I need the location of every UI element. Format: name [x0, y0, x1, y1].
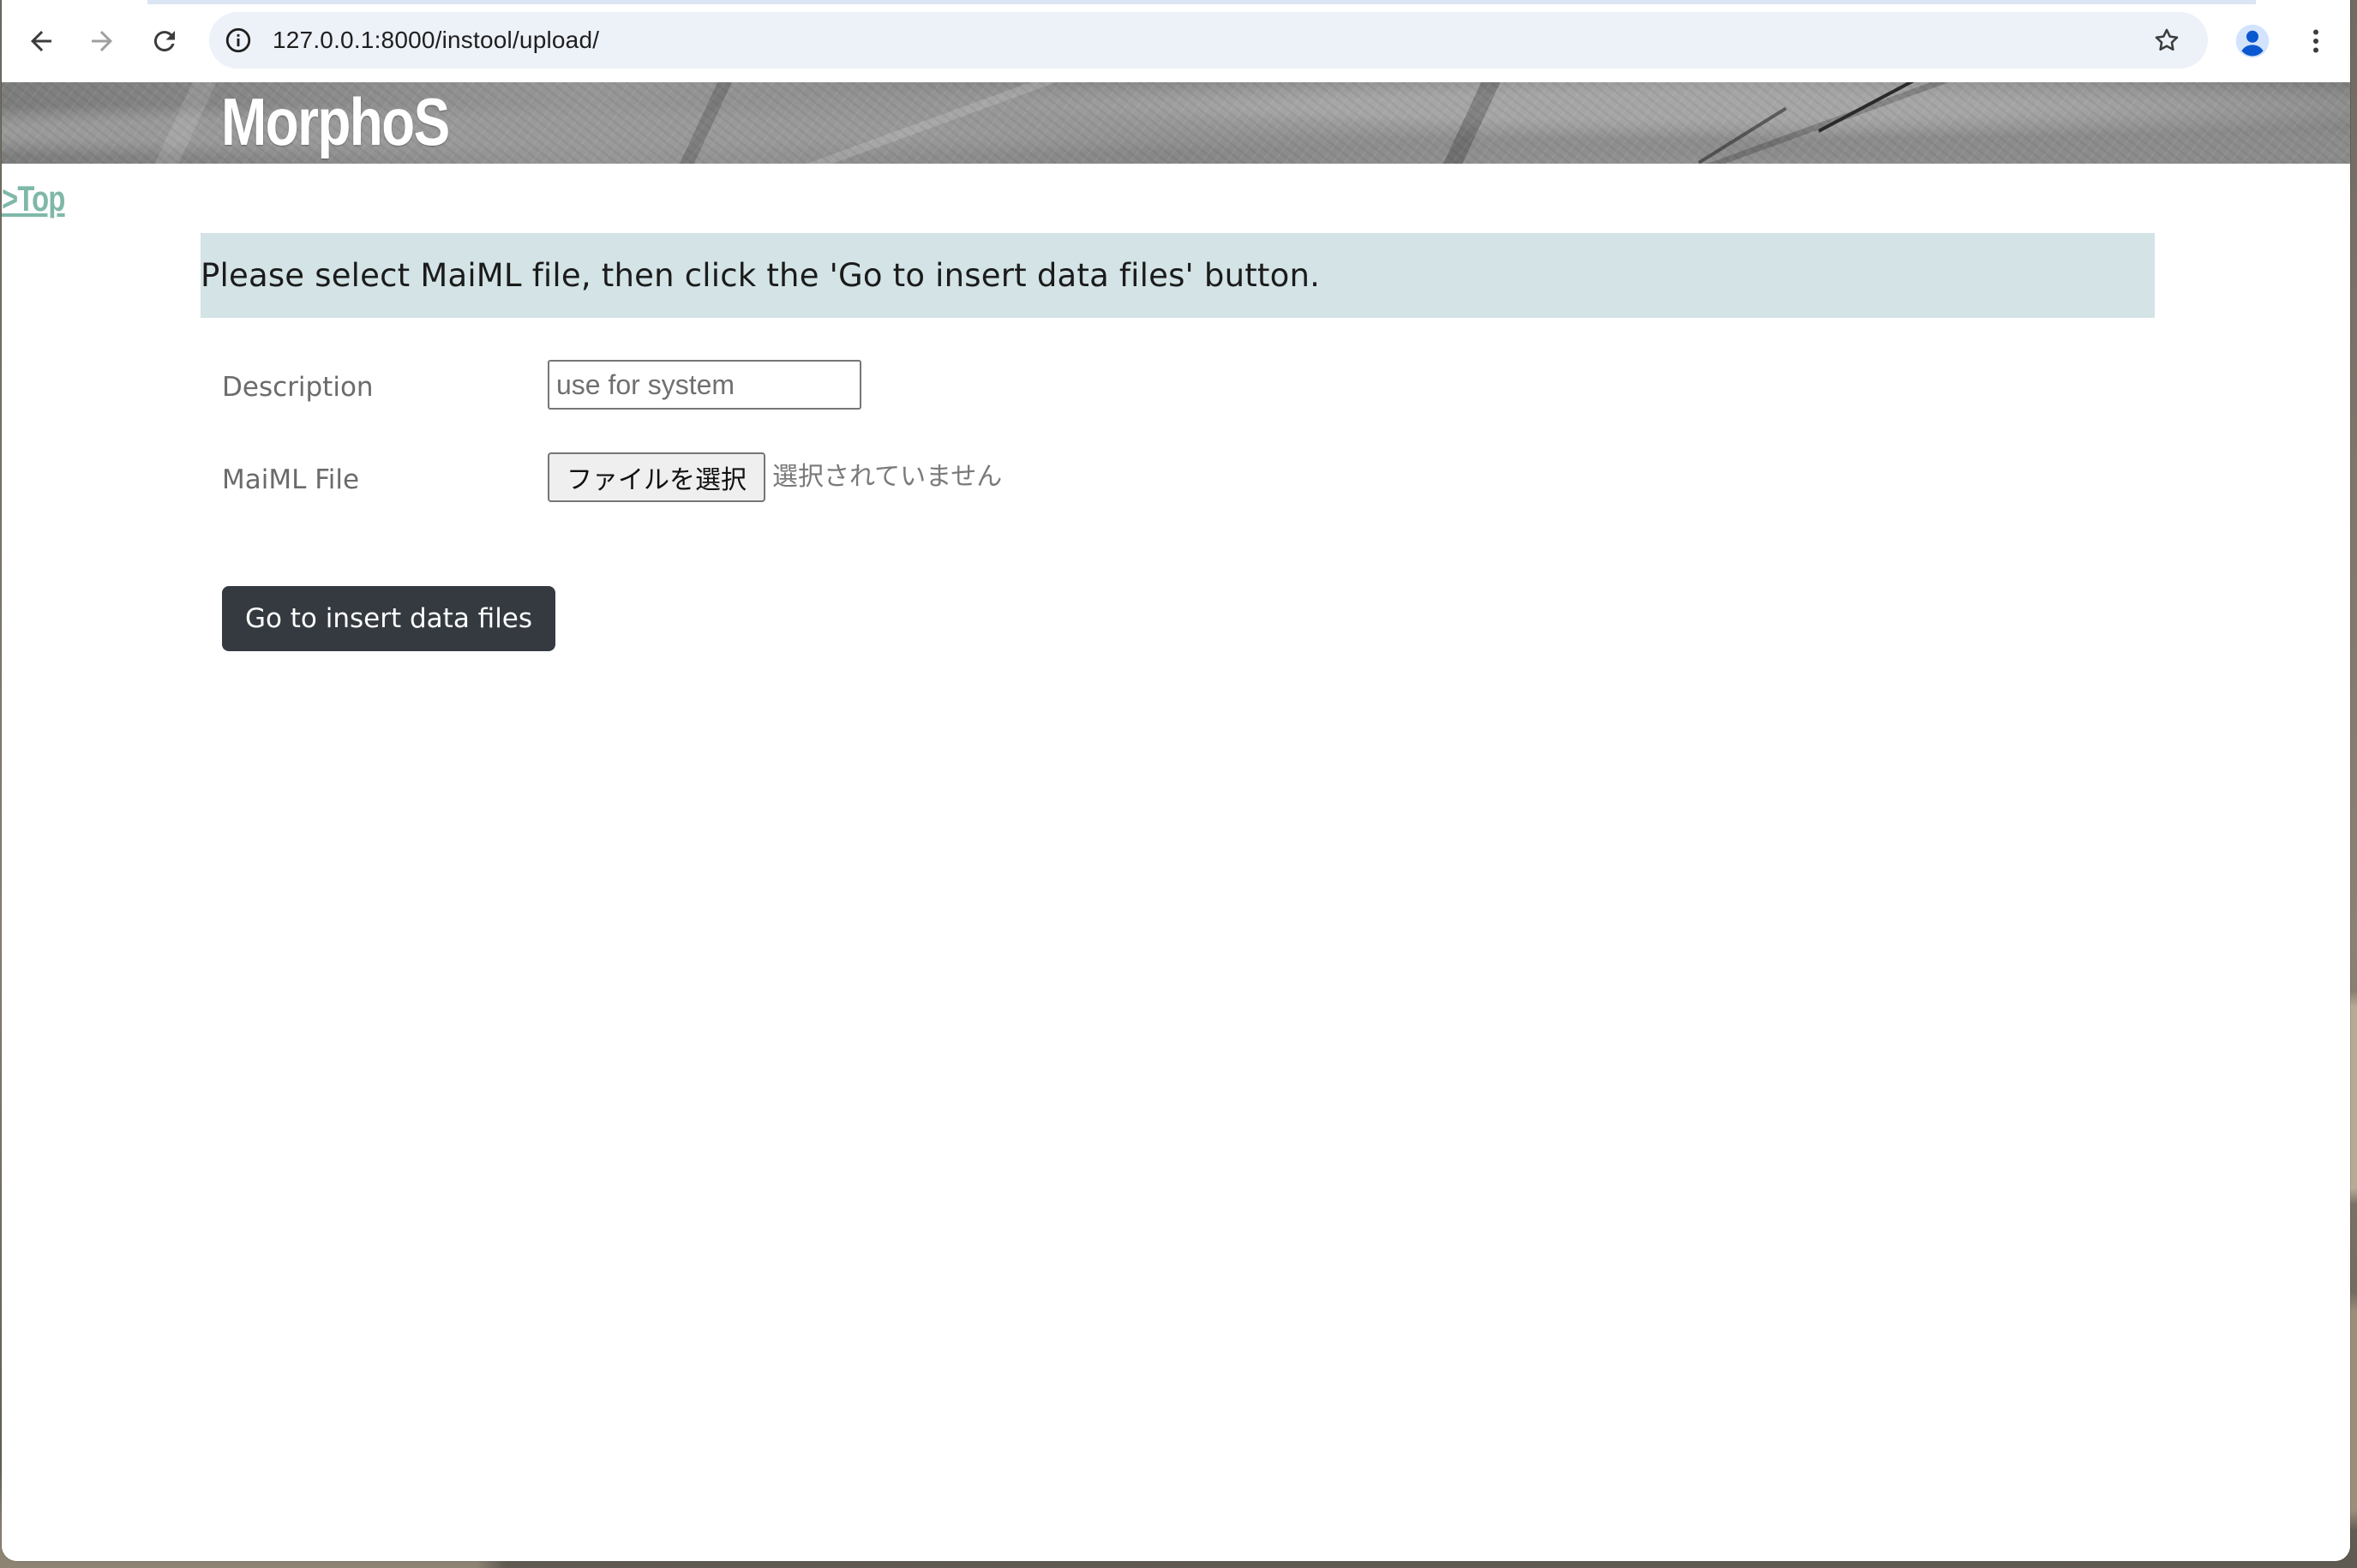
instruction-text: Please select MaiML file, then click the…: [201, 257, 1321, 294]
profile-icon[interactable]: [2234, 22, 2271, 60]
page-content: MorphoS >Top Please select MaiML file, t…: [2, 82, 2350, 1561]
tab-strip-edge: [147, 0, 2256, 4]
go-to-insert-data-files-button[interactable]: Go to insert data files: [222, 586, 555, 651]
top-link[interactable]: >Top: [2, 178, 65, 219]
back-arrow-icon[interactable]: [21, 21, 62, 62]
browser-window: 127.0.0.1:8000/instool/upload/ MorphoS >…: [2, 0, 2350, 1561]
choose-file-button[interactable]: ファイルを選択: [548, 452, 765, 502]
instruction-banner: Please select MaiML file, then click the…: [201, 233, 2155, 318]
info-icon[interactable]: [223, 25, 254, 56]
browser-toolbar: 127.0.0.1:8000/instool/upload/: [2, 0, 2350, 82]
star-icon[interactable]: [2151, 25, 2182, 56]
maiml-file-label: MaiML File: [222, 464, 360, 495]
url-text[interactable]: 127.0.0.1:8000/instool/upload/: [273, 12, 599, 69]
description-input[interactable]: [548, 360, 861, 410]
reload-icon[interactable]: [144, 21, 185, 62]
description-label: Description: [222, 372, 374, 403]
site-logo[interactable]: MorphoS: [221, 87, 450, 156]
address-bar[interactable]: 127.0.0.1:8000/instool/upload/: [209, 12, 2208, 69]
site-header-banner: MorphoS: [2, 82, 2350, 164]
file-status-text: 選択されていません: [772, 462, 1003, 492]
forward-arrow-icon[interactable]: [81, 21, 123, 62]
kebab-menu-icon[interactable]: [2299, 22, 2333, 60]
